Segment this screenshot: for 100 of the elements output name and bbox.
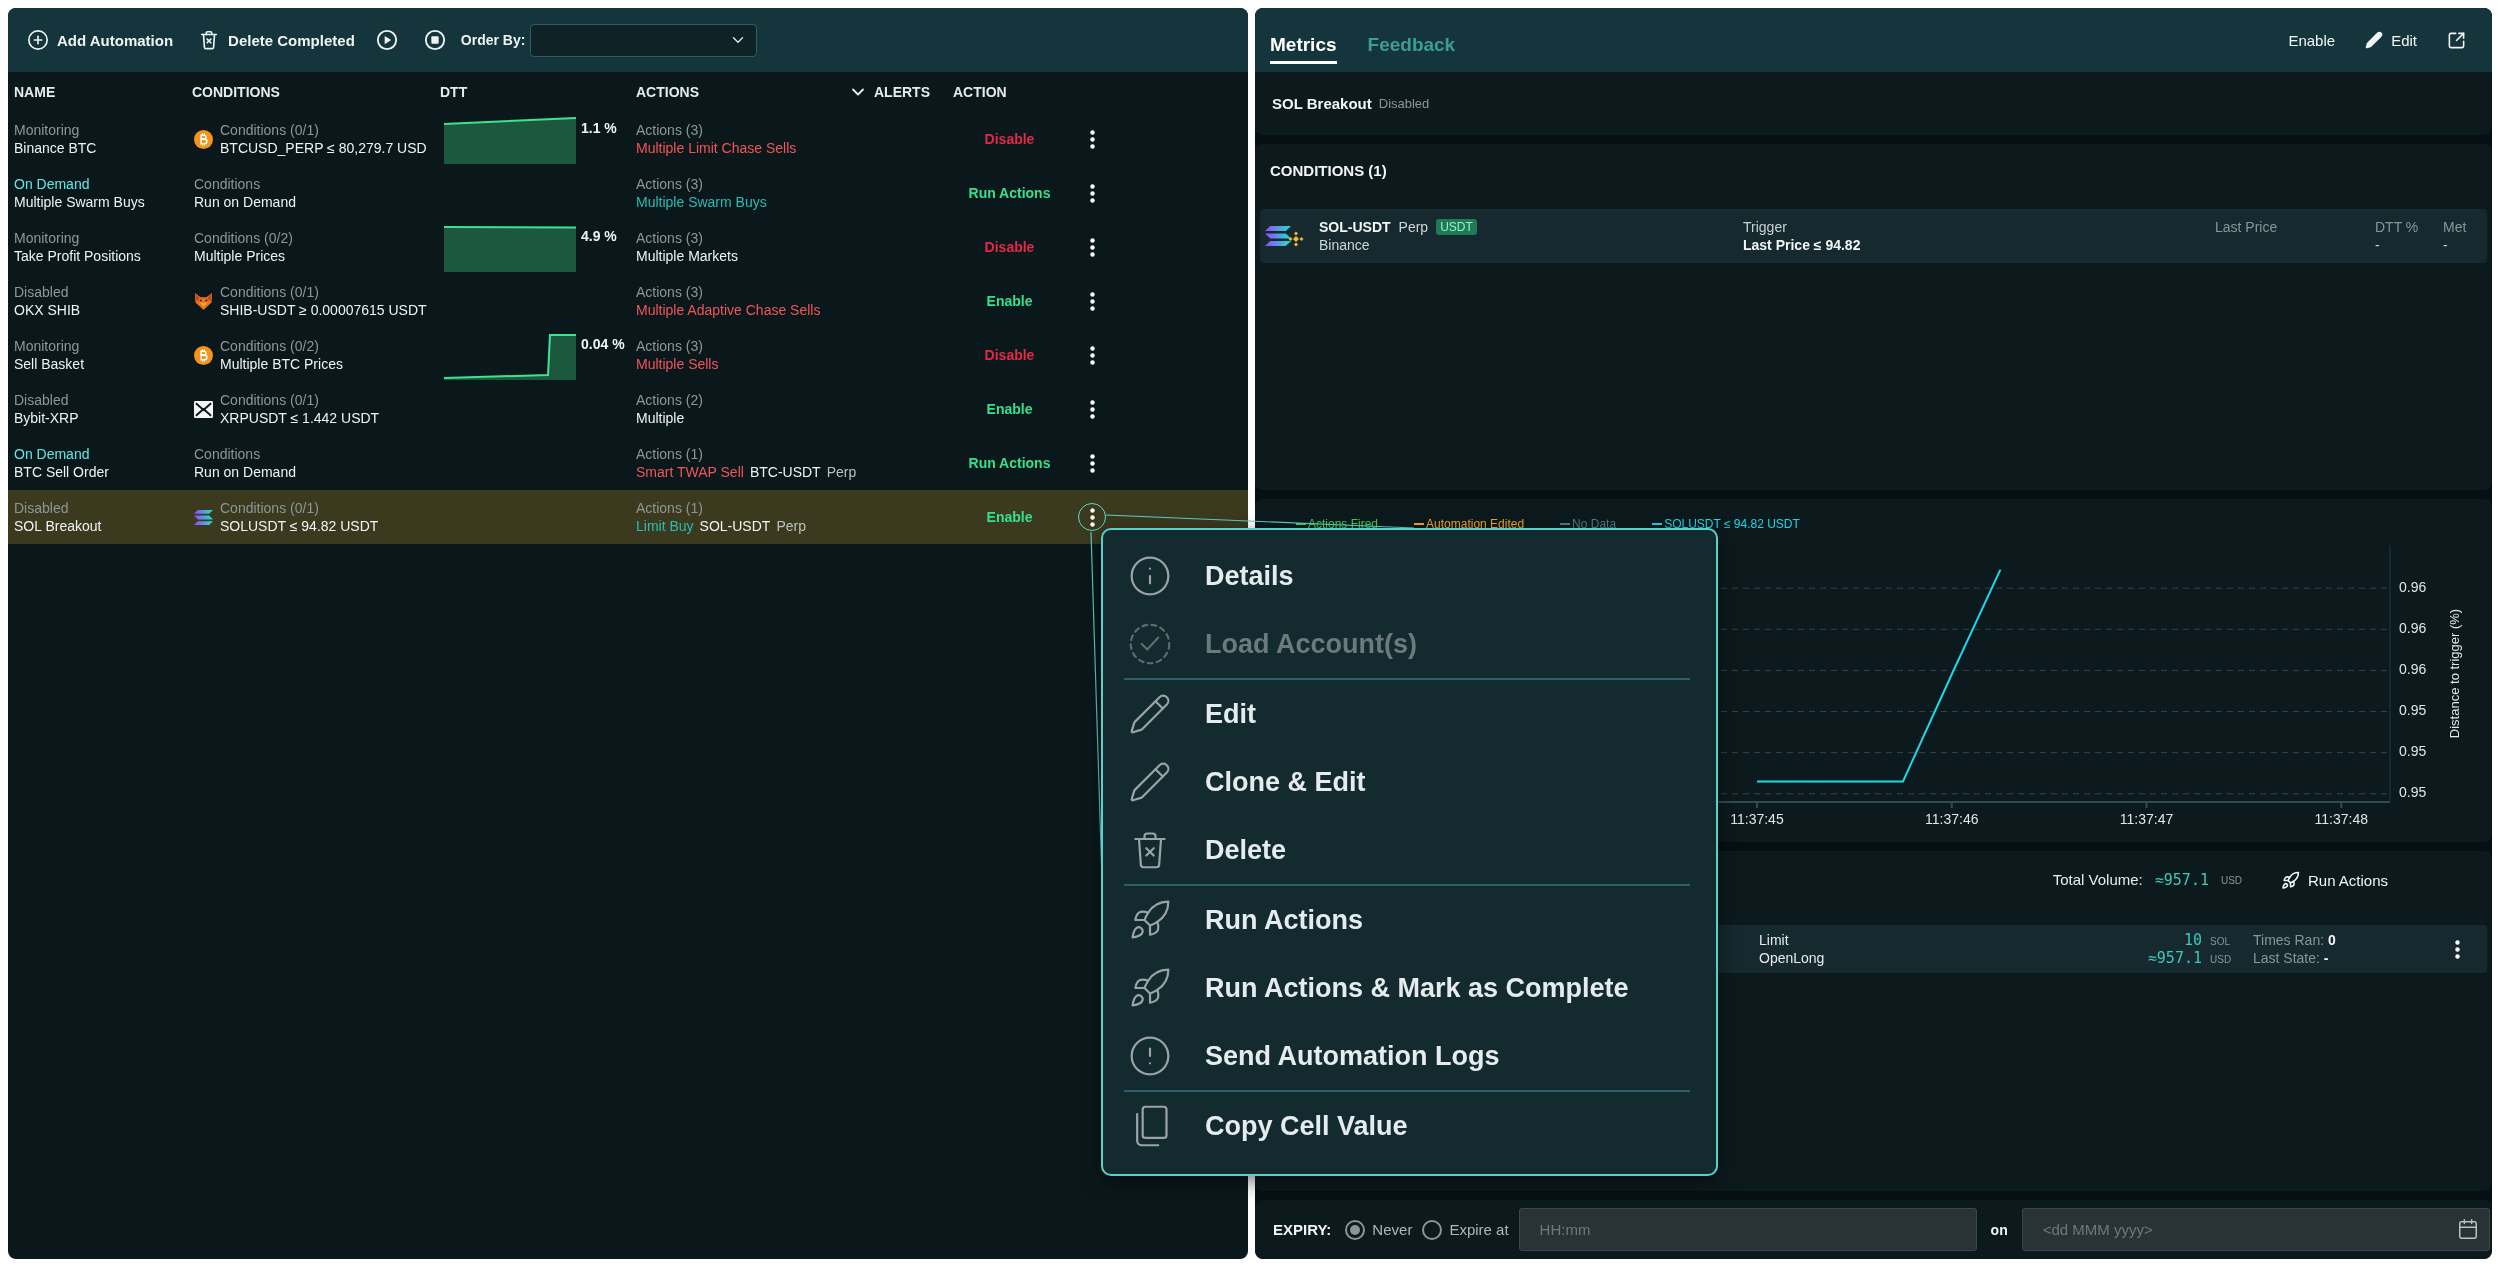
- automation-name: Sell Basket: [14, 355, 86, 373]
- side-text: OpenLong: [1759, 949, 1826, 967]
- total-volume-label: Total Volume:: [2052, 871, 2143, 889]
- actions-label: Actions (2): [636, 391, 704, 409]
- condition-text: Run on Demand: [194, 463, 296, 481]
- section-title: CONDITIONS (1): [1269, 161, 1388, 180]
- buy-action-text: Limit Buy: [636, 517, 694, 535]
- conditions-label: Conditions (0/1): [220, 391, 320, 409]
- status-text: Monitoring: [14, 121, 81, 139]
- conditions-label: Conditions (0/2): [220, 337, 320, 355]
- status-text: On Demand: [14, 175, 91, 193]
- axis-tick-label: 11:37:45: [1730, 810, 1784, 827]
- automation-name: Take Profit Positions: [14, 247, 142, 265]
- axis-tick-label: 11:37:48: [2314, 810, 2369, 827]
- unit-text: USD: [2210, 954, 2233, 965]
- action-detail: Multiple Markets: [636, 247, 738, 265]
- actions-label: Actions (3): [636, 229, 704, 247]
- on-label: on: [1990, 1221, 2008, 1238]
- legend-label: No Data: [1572, 517, 1617, 530]
- total-volume-value: ≈957.1: [2154, 871, 2209, 889]
- condition-text: SHIB-USDT ≥ 0.00007615 USDT: [220, 301, 427, 319]
- column-header: DTT: [440, 84, 468, 100]
- axis-tick-label: 0.96: [2399, 661, 2427, 678]
- conditions-label: Conditions (0/1): [220, 499, 320, 517]
- status-text: Monitoring: [14, 229, 81, 247]
- contract-type-text: Perp: [776, 517, 806, 535]
- condition-text: SOLUSDT ≤ 94.82 USDT: [220, 517, 379, 535]
- actions-label: Actions (3): [636, 175, 704, 193]
- status-text: Monitoring: [14, 337, 81, 355]
- axis-tick-label: 0.96: [2399, 620, 2427, 636]
- sell-action-text: Multiple Adaptive Chase Sells: [636, 301, 821, 319]
- conditions-label: Conditions (0/2): [194, 229, 293, 247]
- axis-tick-label: 11:37:46: [1925, 810, 1979, 827]
- unit-text: USD: [2220, 874, 2244, 886]
- dtt-value: -: [2375, 236, 2381, 254]
- condition-text: Multiple Prices: [194, 247, 287, 265]
- axis-tick-label: 11:37:47: [2119, 810, 2174, 827]
- condition-text: XRPUSDT ≤ 1.442 USDT: [220, 409, 380, 427]
- contract-type-text: Perp: [826, 463, 857, 481]
- dtt-percentage: 1.1 %: [581, 120, 617, 136]
- automation-name: OKX SHIB: [14, 301, 82, 319]
- times-ran-text: Times Ran: 0: [2253, 931, 2337, 949]
- dtt-percentage: 0.04 %: [581, 336, 625, 352]
- automation-name: BTC Sell Order: [14, 463, 110, 481]
- dtt-percentage: 4.9 %: [581, 228, 617, 244]
- symbol-text: SOL-USDT: [1319, 218, 1391, 236]
- conditions-label: Conditions: [194, 175, 262, 193]
- dtt-label: DTT %: [2375, 218, 2420, 236]
- axis-tick-label: 0.95: [2399, 784, 2427, 801]
- automation-name: SOL Breakout: [14, 517, 103, 535]
- order-by-label: Order By:: [460, 32, 526, 48]
- status-text: Disabled: [14, 391, 70, 409]
- last-state-text: Last State: -: [2253, 949, 2330, 967]
- automation-name: Multiple Swarm Buys: [14, 193, 146, 211]
- condition-text: Run on Demand: [194, 193, 296, 211]
- met-value: -: [2443, 236, 2449, 254]
- action-detail: Multiple: [636, 409, 685, 427]
- expiry-label: EXPIRY:: [1273, 1221, 1332, 1238]
- column-header: CONDITIONS: [192, 84, 280, 100]
- actions-label: Actions (3): [636, 283, 704, 301]
- column-header: NAME: [14, 84, 56, 100]
- column-header: ACTIONS: [636, 84, 699, 100]
- exchange-text: Binance: [1319, 236, 1371, 254]
- actions-label: Actions (3): [636, 121, 704, 139]
- legend-label: SOLUSDT ≤ 94.82 USDT: [1664, 517, 1800, 530]
- conditions-label: Conditions: [194, 445, 262, 463]
- automation-title: SOL Breakout: [1272, 95, 1372, 112]
- conditions-label: Conditions (0/1): [220, 121, 320, 139]
- axis-tick-label: 0.95: [2399, 702, 2427, 719]
- automation-name: Binance BTC: [14, 139, 98, 157]
- conditions-label: Conditions (0/1): [220, 283, 320, 301]
- quote-badge: USDT: [1436, 219, 1477, 235]
- actions-label: Actions (3): [636, 337, 704, 355]
- unit-text: SOL: [2210, 936, 2231, 947]
- quantity-value: 10: [2183, 931, 2202, 949]
- column-header: ALERTS: [874, 84, 930, 100]
- trigger-label: Trigger: [1743, 218, 1788, 236]
- condition-text: Multiple BTC Prices: [220, 355, 343, 373]
- met-label: Met: [2443, 218, 2468, 236]
- column-header: ACTION: [953, 84, 1007, 100]
- sell-action-text: Multiple Limit Chase Sells: [636, 139, 797, 157]
- action-detail: BTC-USDT: [749, 463, 821, 481]
- actions-label: Actions (1): [636, 445, 704, 463]
- order-type-text: Limit: [1759, 931, 1790, 949]
- last-price-label: Last Price: [2215, 218, 2279, 236]
- buy-action-text: Multiple Swarm Buys: [636, 193, 767, 211]
- legend-label: Automation Edited: [1426, 517, 1525, 530]
- axis-tick-label: 0.96: [2399, 578, 2427, 595]
- contract-type-text: Perp: [1398, 218, 1429, 236]
- sell-action-text: Multiple Sells: [636, 355, 719, 373]
- status-text: On Demand: [14, 445, 91, 463]
- trigger-text: Last Price ≤ 94.82: [1743, 236, 1862, 254]
- status-text: Disabled: [14, 283, 70, 301]
- action-detail: SOL-USDT: [699, 517, 771, 535]
- automation-name: Bybit-XRP: [14, 409, 80, 427]
- sell-action-text: Smart TWAP Sell: [636, 463, 744, 481]
- status-text: Disabled: [1378, 96, 1430, 111]
- axis-tick-label: 0.95: [2399, 743, 2427, 760]
- condition-text: BTCUSD_PERP ≤ 80,279.7 USD: [220, 139, 427, 157]
- actions-label: Actions (1): [636, 499, 704, 517]
